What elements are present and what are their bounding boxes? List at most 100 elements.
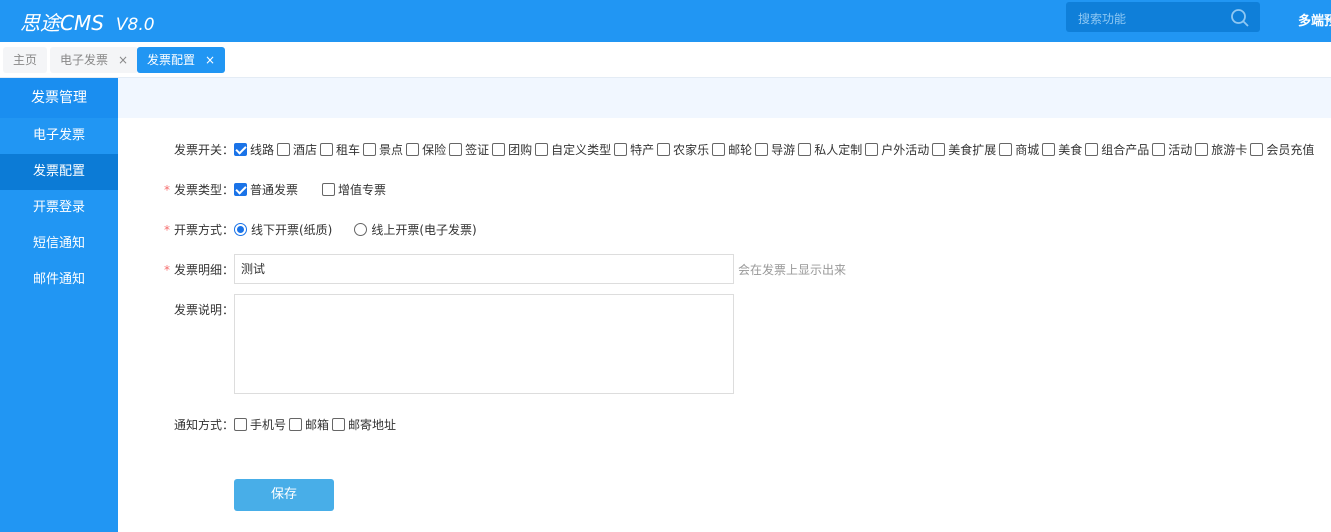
- invoice-detail-row: * 发票明细： 测试 会在发票上显示出来: [160, 254, 846, 284]
- sidebar-item-invoice-login[interactable]: 开票登录: [0, 190, 118, 226]
- radio[interactable]: [354, 223, 368, 236]
- label-text: 发票类型：: [173, 183, 234, 197]
- checkbox[interactable]: [320, 143, 334, 156]
- checkbox[interactable]: [406, 143, 420, 156]
- invoice-detail-input[interactable]: 测试: [234, 254, 734, 284]
- multi-platform-link[interactable]: 多端预: [1298, 10, 1331, 29]
- checkbox[interactable]: [234, 183, 247, 196]
- switch-option[interactable]: 租车: [320, 141, 360, 158]
- option-label: 邮轮: [728, 143, 753, 157]
- switch-option[interactable]: 特产: [614, 141, 654, 158]
- option-label: 线路: [250, 143, 275, 157]
- label-text: 发票明细：: [173, 262, 234, 277]
- checkbox[interactable]: [363, 143, 377, 156]
- checkbox[interactable]: [1085, 143, 1099, 156]
- tab-bar: 主页 电子发票 × 发票配置 ×: [0, 42, 1331, 78]
- sidebar-item-e-invoice[interactable]: 电子发票: [0, 118, 118, 154]
- checkbox[interactable]: [332, 418, 346, 431]
- checkbox[interactable]: [932, 143, 946, 156]
- checkbox[interactable]: [289, 418, 303, 431]
- sidebar-item-invoice-config[interactable]: 发票配置: [0, 154, 118, 190]
- switch-option[interactable]: 团购: [492, 141, 532, 158]
- sidebar-title: 发票管理: [0, 78, 118, 118]
- invoice-switch-row: 发票开关： 线路 酒店 租车 景点 保险 签证 团购 自定义类型 特产 农家乐 邮轮 导游 私人定制 户外…: [160, 141, 1317, 158]
- checkbox[interactable]: [1250, 143, 1264, 156]
- checkbox[interactable]: [492, 143, 506, 156]
- switch-option[interactable]: 农家乐: [657, 141, 709, 158]
- top-header: 思途CMS V8.0 搜索功能 多端预: [0, 0, 1331, 42]
- label-text: 开票方式：: [173, 223, 234, 237]
- checkbox[interactable]: [798, 143, 812, 156]
- notify-option-email[interactable]: 邮箱: [289, 416, 329, 433]
- checkbox[interactable]: [322, 183, 336, 196]
- checkbox[interactable]: [1195, 143, 1209, 156]
- close-icon[interactable]: ×: [205, 53, 215, 67]
- switch-option[interactable]: 酒店: [277, 141, 317, 158]
- notify-option-phone[interactable]: 手机号: [234, 416, 286, 433]
- switch-option[interactable]: 美食扩展: [932, 141, 996, 158]
- switch-option[interactable]: 保险: [406, 141, 446, 158]
- type-option-vat[interactable]: 增值专票: [322, 181, 386, 198]
- option-label: 租车: [336, 143, 361, 157]
- option-label: 酒店: [293, 143, 318, 157]
- sidebar-item-sms[interactable]: 短信通知: [0, 226, 118, 262]
- option-label: 景点: [379, 143, 404, 157]
- search-icon[interactable]: [1230, 8, 1250, 28]
- switch-option[interactable]: 景点: [363, 141, 403, 158]
- checkbox[interactable]: [755, 143, 769, 156]
- switch-option[interactable]: 导游: [755, 141, 795, 158]
- sidebar: 发票管理 电子发票 发票配置 开票登录 短信通知 邮件通知: [0, 78, 118, 532]
- close-icon[interactable]: ×: [118, 53, 128, 67]
- radio[interactable]: [234, 223, 247, 236]
- checkbox[interactable]: [999, 143, 1013, 156]
- option-label: 普通发票: [250, 183, 299, 197]
- checkbox[interactable]: [614, 143, 628, 156]
- switch-option[interactable]: 私人定制: [798, 141, 862, 158]
- switch-option[interactable]: 户外活动: [865, 141, 929, 158]
- switch-option[interactable]: 签证: [449, 141, 489, 158]
- switch-option[interactable]: 活动: [1152, 141, 1192, 158]
- logo-text: 思途CMS: [20, 11, 104, 35]
- switch-option[interactable]: 线路: [234, 141, 274, 158]
- option-label: 会员充值: [1266, 143, 1315, 157]
- checkbox[interactable]: [712, 143, 726, 156]
- option-label: 美食扩展: [948, 143, 997, 157]
- checkbox[interactable]: [449, 143, 463, 156]
- detail-hint: 会在发票上显示出来: [738, 262, 847, 277]
- checkbox[interactable]: [277, 143, 291, 156]
- switch-option[interactable]: 邮轮: [712, 141, 752, 158]
- method-option-offline[interactable]: 线下开票(纸质): [234, 221, 332, 238]
- option-label: 农家乐: [673, 143, 710, 157]
- switch-option[interactable]: 旅游卡: [1195, 141, 1247, 158]
- checkbox[interactable]: [1152, 143, 1166, 156]
- field-label: 通知方式：: [173, 418, 234, 432]
- switch-option[interactable]: 自定义类型: [535, 141, 611, 158]
- switch-option[interactable]: 组合产品: [1085, 141, 1149, 158]
- checkbox[interactable]: [234, 143, 247, 156]
- switch-option[interactable]: 美食: [1042, 141, 1082, 158]
- sidebar-item-email[interactable]: 邮件通知: [0, 262, 118, 298]
- tab-label: 主页: [13, 53, 38, 67]
- tab-label: 发票配置: [147, 53, 196, 67]
- search-input[interactable]: 搜索功能: [1066, 2, 1260, 32]
- checkbox[interactable]: [865, 143, 879, 156]
- checkbox[interactable]: [1042, 143, 1056, 156]
- invoice-desc-textarea[interactable]: [234, 294, 734, 394]
- checkbox[interactable]: [657, 143, 671, 156]
- tab-invoice-config[interactable]: 发票配置 ×: [137, 47, 226, 73]
- checkbox[interactable]: [535, 143, 549, 156]
- notify-row: 通知方式： 手机号 邮箱 邮寄地址: [160, 416, 399, 433]
- switch-option[interactable]: 会员充值: [1250, 141, 1314, 158]
- tab-e-invoice[interactable]: 电子发票 ×: [50, 47, 139, 73]
- option-label: 增值专票: [338, 183, 387, 197]
- save-button[interactable]: 保存: [234, 479, 334, 511]
- search-placeholder: 搜索功能: [1078, 12, 1127, 26]
- method-option-online[interactable]: 线上开票(电子发票): [354, 221, 477, 238]
- checkbox[interactable]: [234, 418, 247, 431]
- switch-option[interactable]: 商城: [999, 141, 1039, 158]
- option-label: 团购: [508, 143, 533, 157]
- tab-home[interactable]: 主页: [3, 47, 48, 73]
- type-option-normal[interactable]: 普通发票: [234, 181, 298, 198]
- option-label: 私人定制: [814, 143, 863, 157]
- notify-option-address[interactable]: 邮寄地址: [332, 416, 396, 433]
